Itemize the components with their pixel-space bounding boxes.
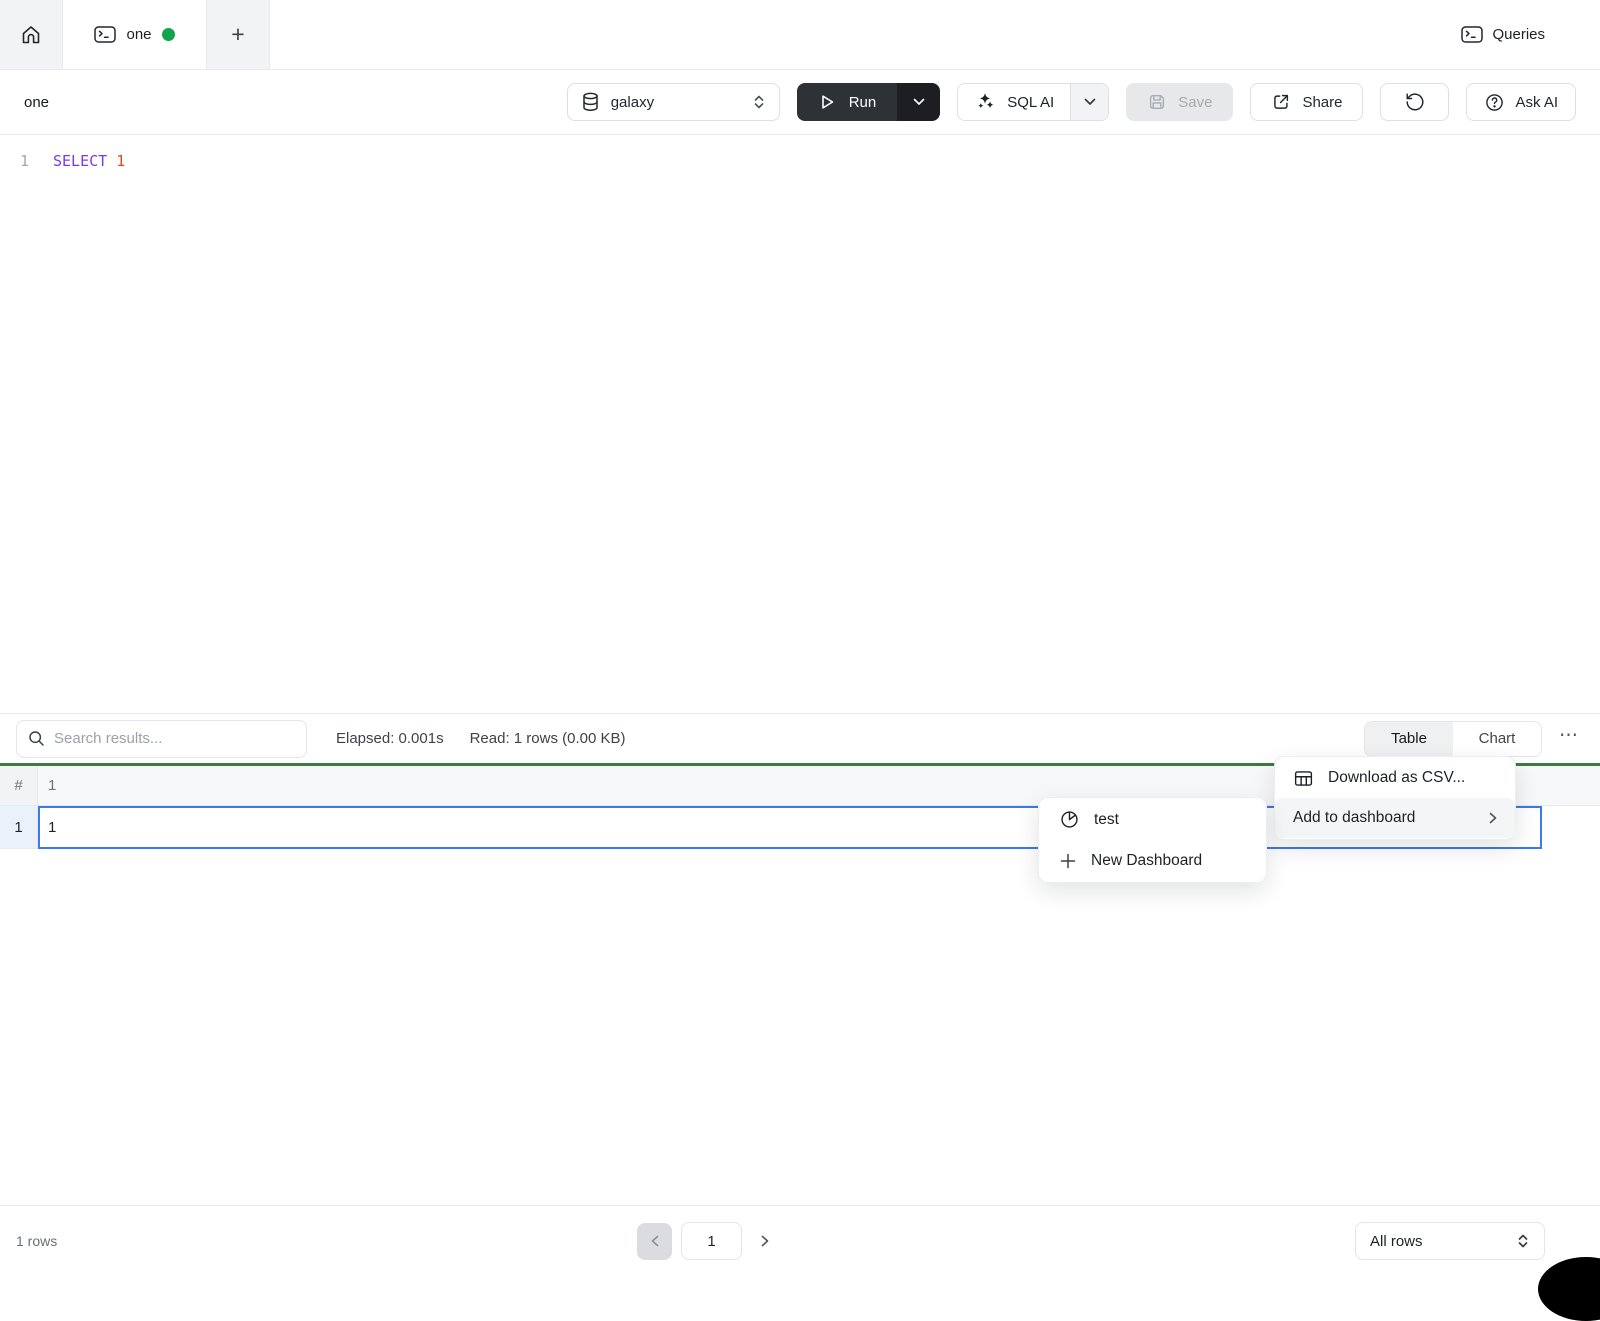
run-label: Run [849,94,877,111]
dashboard-submenu: test New Dashboard [1038,797,1267,883]
read-stat: Read: 1 rows (0.00 KB) [470,730,626,747]
chevron-left-icon [651,1235,659,1247]
results-context-menu: Download as CSV... Add to dashboard [1274,756,1516,840]
query-toolbar: one galaxy [0,70,1600,135]
run-split-button: Run [797,83,941,121]
submenu-item-label: New Dashboard [1091,852,1202,870]
tab-label: one [126,26,151,43]
terminal-icon [1461,25,1483,44]
sql-ai-dropdown[interactable] [1070,84,1108,120]
pagination: 1 [637,1222,779,1260]
sql-keyword: SELECT [53,152,107,170]
database-select-value: galaxy [611,94,654,111]
tab-one[interactable]: one [63,0,207,69]
run-options-dropdown[interactable] [897,83,940,121]
unsaved-status-dot [162,28,175,41]
previous-page-button[interactable] [637,1223,672,1260]
submenu-item-label: test [1094,811,1119,829]
queries-label: Queries [1492,26,1545,43]
rows-per-page-value: All rows [1370,1233,1423,1250]
history-icon [1404,91,1426,113]
queries-button[interactable]: Queries [1445,0,1600,69]
chevron-right-icon [1489,812,1497,824]
tabbar-spacer [270,0,1445,69]
save-label: Save [1178,94,1212,111]
ask-ai-label: Ask AI [1515,94,1558,111]
save-button[interactable]: Save [1126,83,1233,121]
results-toolbar-right: Table Chart ⋯ [1364,721,1584,757]
results-footer: 1 rows 1 All rows [0,1205,1600,1291]
search-results-input[interactable] [54,730,295,747]
submenu-item-test[interactable]: test [1039,799,1266,840]
external-link-icon [1271,92,1291,112]
ask-ai-button[interactable]: Ask AI [1466,83,1576,121]
pie-chart-icon [1059,809,1080,830]
chevron-down-icon [1084,98,1096,106]
play-icon [818,93,836,111]
results-more-button[interactable]: ⋯ [1554,724,1584,753]
query-title: one [24,94,49,111]
sql-ai-split-button: SQL AI [957,83,1109,121]
database-select[interactable]: galaxy [567,83,780,121]
results-empty-area [0,849,1600,1205]
row-count-label: 1 rows [16,1233,57,1249]
new-tab-button[interactable]: + [207,0,270,69]
search-icon [28,730,45,747]
home-tab-button[interactable] [0,0,63,69]
plus-icon [1059,852,1077,870]
current-page-button[interactable]: 1 [681,1222,742,1260]
run-button[interactable]: Run [797,83,898,121]
plus-icon: + [231,21,244,48]
help-circle-icon [1484,92,1505,113]
view-toggle: Table Chart [1364,721,1542,757]
sql-ai-button[interactable]: SQL AI [958,84,1070,120]
search-results-box [16,720,307,758]
submenu-item-new-dashboard[interactable]: New Dashboard [1039,840,1266,881]
tab-table-view[interactable]: Table [1365,722,1453,756]
share-label: Share [1302,94,1342,111]
chevron-up-down-icon [752,94,766,110]
table-icon [1293,768,1314,789]
sql-ai-label: SQL AI [1007,94,1054,111]
row-index-cell[interactable]: 1 [0,806,38,849]
toolbar-controls: galaxy Run [567,83,1576,121]
save-icon [1147,92,1167,112]
database-icon [581,92,600,112]
rows-per-page-select[interactable]: All rows [1355,1222,1545,1260]
terminal-icon [94,25,116,44]
sparkles-icon [974,91,996,113]
line-number: 1 [0,152,29,713]
menu-item-label: Add to dashboard [1293,809,1415,827]
grid-index-header: # [0,766,38,805]
chevron-up-down-icon [1516,1233,1530,1249]
history-button[interactable] [1380,83,1449,121]
home-icon [19,23,43,47]
menu-item-add-to-dashboard[interactable]: Add to dashboard [1275,798,1515,838]
elapsed-stat: Elapsed: 0.001s [336,730,444,747]
menu-item-download-csv[interactable]: Download as CSV... [1275,758,1515,798]
tab-chart-view[interactable]: Chart [1453,722,1541,756]
code-line: SELECT 1 [29,152,125,713]
tab-bar: one + Queries [0,0,1600,70]
sql-editor[interactable]: 1 SELECT 1 [0,135,1600,713]
sql-number: 1 [116,152,125,170]
share-button[interactable]: Share [1250,83,1363,121]
menu-item-label: Download as CSV... [1328,769,1465,787]
next-page-button[interactable] [751,1222,779,1260]
chevron-down-icon [913,98,925,106]
chevron-right-icon [761,1235,769,1247]
